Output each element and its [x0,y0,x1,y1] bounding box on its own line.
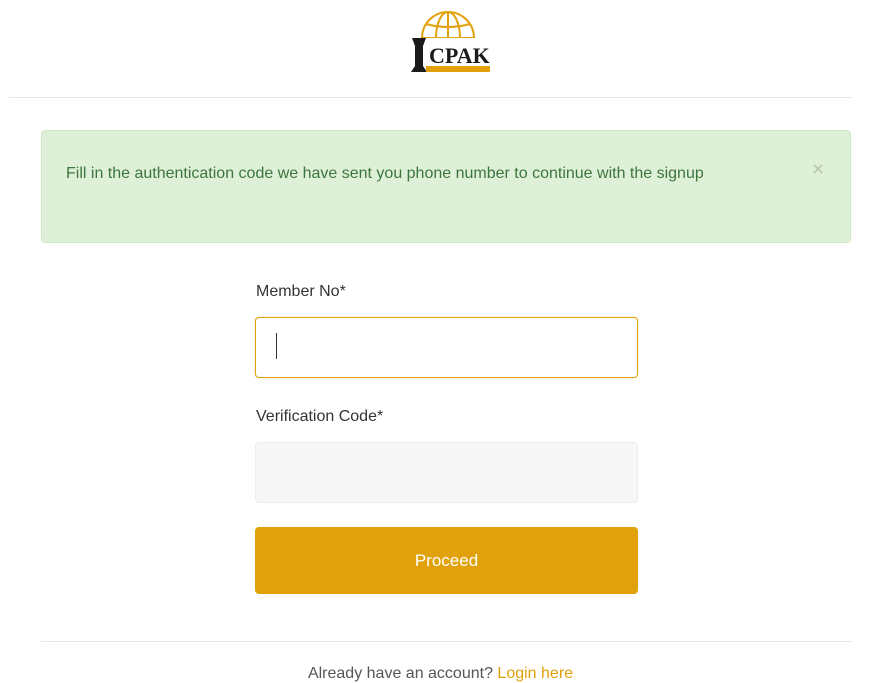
member-no-label: Member No* [256,283,346,300]
header-divider [9,97,852,98]
text-cursor [276,333,277,359]
verification-code-input[interactable] [255,442,638,503]
alert-message: Fill in the authentication code we have … [66,165,704,182]
proceed-button[interactable]: Proceed [255,527,638,594]
member-no-input[interactable] [255,317,638,378]
footer-divider [41,641,852,642]
verification-code-label: Verification Code* [256,408,384,425]
login-prompt: Already have an account? Login here [0,664,881,683]
info-alert: Fill in the authentication code we have … [41,130,851,243]
logo-text: CPAK [429,43,490,68]
login-prompt-text: Already have an account? [307,665,498,682]
cpak-logo-image: CPAK [411,11,490,72]
cpak-logo: CPAK [396,8,500,78]
login-link[interactable]: Login here [497,665,573,682]
signup-verification-page: CPAK Fill in the authentication code we … [0,0,881,683]
close-icon[interactable]: × [808,158,828,182]
